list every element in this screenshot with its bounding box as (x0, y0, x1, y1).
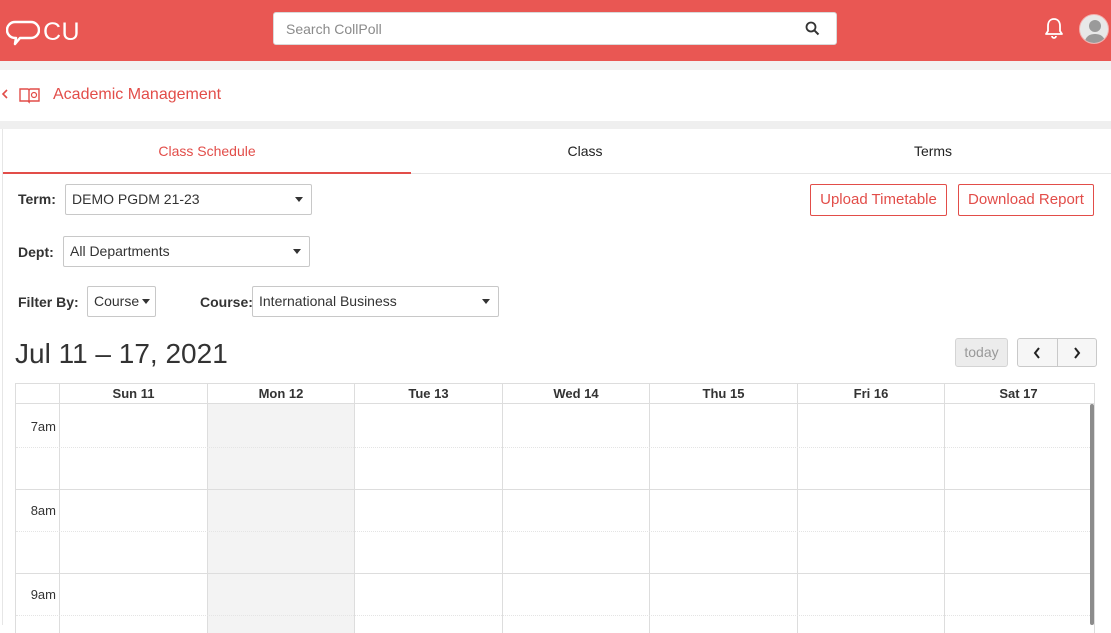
day-column[interactable] (944, 404, 1092, 633)
day-header: Fri 16 (797, 384, 944, 404)
breadcrumb: Academic Management (0, 70, 1111, 121)
tab-bar: Class Schedule Class Terms (3, 129, 1111, 174)
tab-terms[interactable]: Terms (759, 129, 1107, 174)
day-column[interactable] (797, 404, 944, 633)
notification-bell-icon[interactable] (1043, 16, 1065, 45)
day-column-highlighted[interactable] (207, 404, 354, 633)
chevron-right-icon (1073, 346, 1081, 359)
day-header: Mon 12 (207, 384, 354, 404)
course-label: Course: (200, 294, 253, 310)
week-calendar: Sun 11 Mon 12 Tue 13 Wed 14 Thu 15 Fri 1… (15, 383, 1095, 633)
course-select[interactable]: International Business (252, 286, 499, 317)
upload-timetable-button[interactable]: Upload Timetable (810, 184, 947, 216)
day-header: Wed 14 (502, 384, 649, 404)
user-avatar[interactable] (1079, 14, 1109, 44)
filter-by-select[interactable]: Course (87, 286, 156, 317)
day-column[interactable] (502, 404, 649, 633)
hour-line (16, 573, 1094, 574)
half-hour-line (16, 615, 1094, 616)
half-hour-line (16, 447, 1094, 448)
search-bar (273, 12, 837, 45)
dropdown-caret-icon (295, 197, 303, 202)
user-silhouette-icon (1084, 20, 1106, 43)
day-header: Tue 13 (354, 384, 502, 404)
section-separator (0, 121, 1111, 129)
calendar-nav (1017, 338, 1097, 367)
chevron-left-icon (1033, 346, 1041, 359)
dropdown-caret-icon (142, 299, 150, 304)
page-title[interactable]: Academic Management (53, 86, 221, 104)
time-label: 7am (30, 419, 56, 434)
dept-label: Dept: (18, 244, 54, 260)
day-header: Sun 11 (59, 384, 207, 404)
schedule-card: Class Schedule Class Terms Term: DEMO PG… (2, 129, 1111, 633)
term-select-value: DEMO PGDM 21-23 (72, 191, 200, 207)
header-separator (0, 61, 1111, 70)
book-icon (18, 86, 42, 109)
app-brand-name: CU (43, 18, 81, 46)
dropdown-caret-icon (293, 249, 301, 254)
prev-week-button[interactable] (1018, 339, 1057, 366)
search-input[interactable] (274, 13, 774, 44)
search-icon[interactable] (805, 21, 820, 41)
term-label: Term: (18, 191, 56, 207)
term-select[interactable]: DEMO PGDM 21-23 (65, 184, 312, 215)
chat-bubble-logo-icon (6, 20, 40, 45)
top-bar: CU (0, 0, 1111, 61)
dept-select-value: All Departments (70, 243, 170, 259)
day-column[interactable] (59, 404, 207, 633)
day-header: Thu 15 (649, 384, 797, 404)
day-column[interactable] (354, 404, 502, 633)
calendar-range-title: Jul 11 – 17, 2021 (15, 338, 228, 369)
day-header: Sat 17 (944, 384, 1092, 404)
dept-select[interactable]: All Departments (63, 236, 310, 267)
time-label: 9am (30, 587, 56, 602)
half-hour-line (16, 531, 1094, 532)
calendar-header-row: Sun 11 Mon 12 Tue 13 Wed 14 Thu 15 Fri 1… (16, 384, 1094, 404)
filter-by-label: Filter By: (18, 294, 79, 310)
app-logo[interactable]: CU (6, 18, 80, 47)
download-report-button[interactable]: Download Report (958, 184, 1094, 216)
dropdown-caret-icon (482, 299, 490, 304)
course-select-value: International Business (259, 293, 397, 309)
day-column[interactable] (649, 404, 797, 633)
filter-by-select-value: Course (94, 293, 140, 309)
next-week-button[interactable] (1056, 339, 1097, 366)
calendar-scrollbar[interactable] (1090, 404, 1094, 625)
tab-class-schedule[interactable]: Class Schedule (3, 129, 411, 174)
tab-class[interactable]: Class (411, 129, 759, 174)
back-chevron-icon[interactable] (0, 86, 10, 107)
time-label: 8am (30, 503, 56, 518)
hour-line (16, 489, 1094, 490)
today-button[interactable]: today (955, 338, 1008, 367)
